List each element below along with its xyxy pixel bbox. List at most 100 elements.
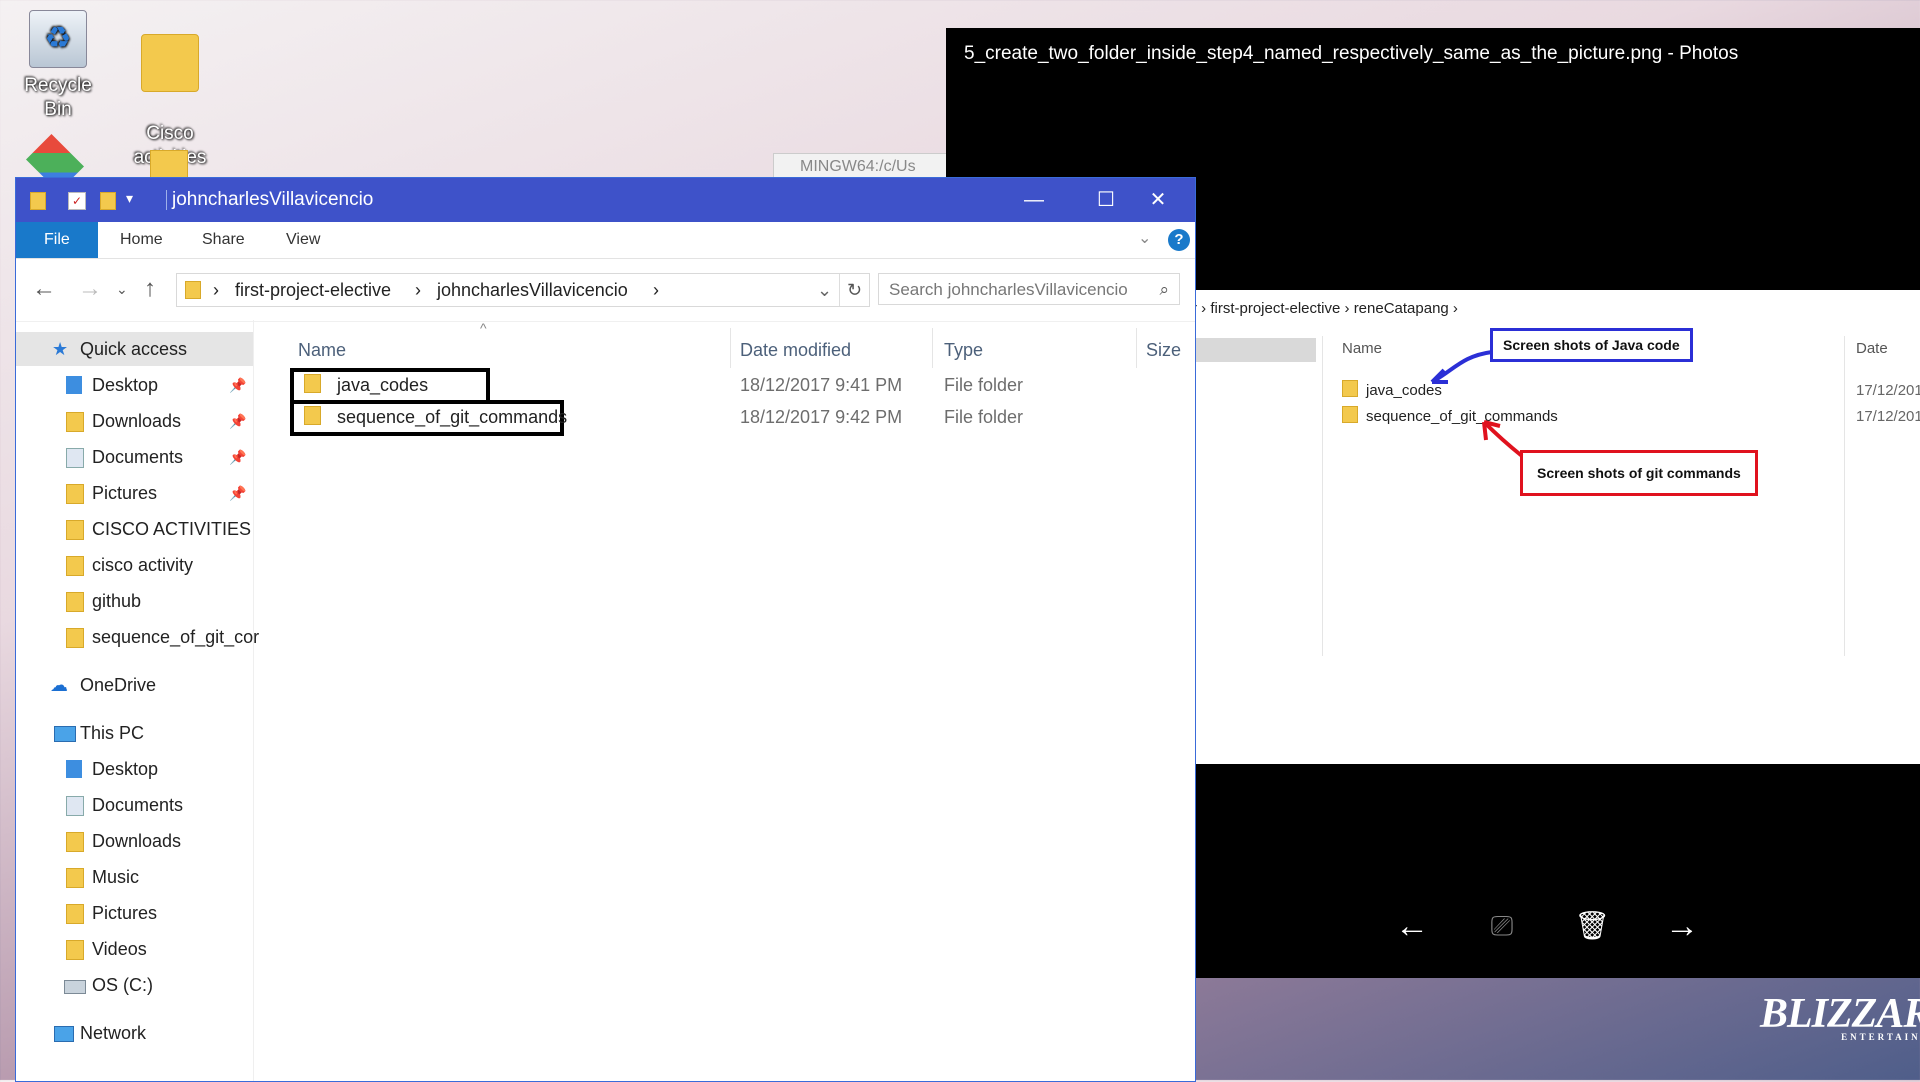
address-dropdown-icon[interactable]: ⌄ bbox=[817, 274, 832, 306]
nav-label: Desktop bbox=[92, 375, 159, 395]
recycle-bin-icon: ♻ bbox=[29, 10, 87, 68]
file-date: 18/12/2017 9:41 PM bbox=[740, 375, 903, 395]
nav-label: sequence_of_git_cor bbox=[92, 627, 260, 647]
breadcrumb-segment[interactable]: johncharlesVillavicencio bbox=[437, 274, 628, 306]
forward-button[interactable]: → bbox=[78, 275, 102, 303]
cloud-icon: ☁ bbox=[50, 675, 68, 695]
nav-pc-os-drive[interactable]: OS (C:) bbox=[16, 968, 253, 1002]
nav-item-cisco-activity[interactable]: cisco activity bbox=[16, 548, 253, 582]
nav-label: Network bbox=[80, 1023, 147, 1043]
pin-icon[interactable]: 📌 bbox=[229, 440, 246, 474]
nav-label: OneDrive bbox=[80, 675, 157, 695]
column-header-date[interactable]: Date modified bbox=[740, 340, 851, 361]
annotation-arrows bbox=[1430, 350, 1524, 458]
search-input[interactable]: Search johncharlesVillavicencio ⌕ bbox=[878, 273, 1180, 305]
nav-label: CISCO ACTIVITIES bbox=[92, 519, 252, 539]
folder-icon bbox=[141, 34, 199, 92]
breadcrumb-separator: › bbox=[415, 280, 421, 300]
column-divider[interactable] bbox=[1136, 328, 1137, 368]
mingw-window-label: MINGW64:/c/Us bbox=[800, 158, 916, 175]
breadcrumb-segment[interactable]: first-project-elective bbox=[235, 274, 391, 306]
documents-folder-icon bbox=[66, 796, 84, 816]
red-arrow bbox=[1482, 420, 1524, 458]
prev-photo-button[interactable]: ← bbox=[1392, 906, 1432, 946]
properties-icon[interactable]: ✓ bbox=[68, 192, 86, 210]
nav-pc-pictures[interactable]: Pictures bbox=[16, 896, 253, 930]
help-icon[interactable]: ? bbox=[1168, 229, 1190, 251]
blue-arrow bbox=[1431, 350, 1493, 384]
nav-item-documents[interactable]: Documents 📌 bbox=[16, 440, 253, 474]
folder-icon bbox=[304, 374, 321, 393]
nav-quick-access[interactable]: ★ Quick access bbox=[16, 332, 253, 366]
nav-label: Documents bbox=[92, 447, 184, 467]
minimize-button[interactable]: — bbox=[998, 178, 1070, 222]
tab-file[interactable]: File bbox=[16, 222, 98, 258]
pin-icon[interactable]: 📌 bbox=[229, 368, 246, 402]
nav-this-pc[interactable]: This PC bbox=[16, 716, 253, 750]
blizzard-logo: BLIZZARD ENTERTAINMENT bbox=[1760, 990, 1920, 1042]
back-button[interactable]: ← bbox=[32, 275, 56, 303]
star-icon: ★ bbox=[52, 339, 69, 359]
nav-label: Videos bbox=[92, 939, 147, 959]
search-icon[interactable]: ⌕ bbox=[1159, 274, 1169, 306]
videos-folder-icon bbox=[66, 940, 84, 960]
up-button[interactable]: ↑ bbox=[144, 275, 156, 303]
nav-item-github[interactable]: github bbox=[16, 584, 253, 618]
nav-label: OS (C:) bbox=[92, 975, 153, 995]
nav-item-downloads[interactable]: Downloads 📌 bbox=[16, 404, 253, 438]
window-title: johncharlesVillavicencio bbox=[172, 189, 374, 210]
customize-toolbar-icon[interactable]: ▾ bbox=[126, 190, 133, 207]
tab-share[interactable]: Share bbox=[182, 222, 265, 258]
downloads-folder-icon bbox=[66, 832, 84, 852]
column-header-name[interactable]: Name bbox=[298, 340, 346, 361]
address-bar[interactable]: › first-project-elective › johncharlesVi… bbox=[176, 273, 870, 307]
nav-item-pictures[interactable]: Pictures 📌 bbox=[16, 476, 253, 510]
column-header-size[interactable]: Size bbox=[1146, 340, 1181, 361]
tab-view[interactable]: View bbox=[266, 222, 340, 258]
nav-pc-downloads[interactable]: Downloads bbox=[16, 824, 253, 858]
nav-item-sequence[interactable]: sequence_of_git_cor bbox=[16, 620, 259, 654]
tab-home[interactable]: Home bbox=[100, 222, 183, 258]
delete-icon[interactable]: 🗑 bbox=[1572, 906, 1612, 946]
title-divider bbox=[166, 190, 167, 210]
column-header-type[interactable]: Type bbox=[944, 340, 983, 361]
nav-pc-videos[interactable]: Videos bbox=[16, 932, 253, 966]
folder-icon bbox=[66, 592, 84, 612]
file-row-name[interactable]: sequence_of_git_commands bbox=[304, 402, 567, 432]
nav-item-desktop[interactable]: Desktop 📌 bbox=[16, 368, 253, 402]
nav-pc-music[interactable]: Music bbox=[16, 860, 253, 894]
explorer-titlebar[interactable]: ✓ ▾ johncharlesVillavicencio — ☐ ✕ bbox=[16, 178, 1195, 222]
nav-pc-desktop[interactable]: Desktop bbox=[16, 752, 253, 786]
desktop-icon-recycle-bin[interactable]: ♻ Recycle Bin bbox=[8, 10, 108, 122]
recent-locations-icon[interactable]: ⌄ bbox=[116, 281, 128, 298]
column-divider[interactable] bbox=[932, 328, 933, 368]
sort-ascending-icon: ^ bbox=[480, 320, 487, 336]
column-divider[interactable] bbox=[730, 328, 731, 368]
folder-icon bbox=[66, 628, 84, 648]
nav-onedrive[interactable]: ☁ OneDrive bbox=[16, 668, 253, 702]
desktop-folder-icon bbox=[66, 760, 82, 778]
music-folder-icon bbox=[66, 868, 84, 888]
nav-pc-documents[interactable]: Documents bbox=[16, 788, 253, 822]
nav-network[interactable]: Network bbox=[16, 1016, 253, 1050]
blizzard-logo-text: BLIZZARD bbox=[1760, 991, 1920, 1037]
navigation-pane: ★ Quick access Desktop 📌 Downloads 📌 Doc… bbox=[16, 320, 259, 1081]
expand-ribbon-icon[interactable]: ⌄ bbox=[1138, 228, 1151, 248]
breadcrumb-separator[interactable]: › bbox=[653, 274, 659, 306]
file-name: sequence_of_git_commands bbox=[337, 407, 568, 427]
refresh-icon[interactable]: ↻ bbox=[847, 274, 862, 306]
file-explorer-window[interactable]: ✓ ▾ johncharlesVillavicencio — ☐ ✕ File … bbox=[15, 177, 1196, 1082]
nav-label: Downloads bbox=[92, 411, 182, 431]
file-row-name[interactable]: java_codes bbox=[304, 370, 428, 400]
annotation-git: Screen shots of git commands bbox=[1520, 450, 1758, 496]
new-folder-icon[interactable] bbox=[100, 192, 116, 210]
close-button[interactable]: ✕ bbox=[1122, 178, 1194, 222]
next-photo-button[interactable]: → bbox=[1662, 906, 1702, 946]
pin-icon[interactable]: 📌 bbox=[229, 404, 246, 438]
slideshow-icon[interactable]: ⎚ bbox=[1482, 906, 1522, 946]
nav-label: Music bbox=[92, 867, 140, 887]
folder-icon[interactable] bbox=[150, 150, 188, 178]
folder-icon bbox=[66, 556, 84, 576]
nav-item-cisco-activities[interactable]: CISCO ACTIVITIES bbox=[16, 512, 253, 546]
pin-icon[interactable]: 📌 bbox=[229, 476, 246, 510]
